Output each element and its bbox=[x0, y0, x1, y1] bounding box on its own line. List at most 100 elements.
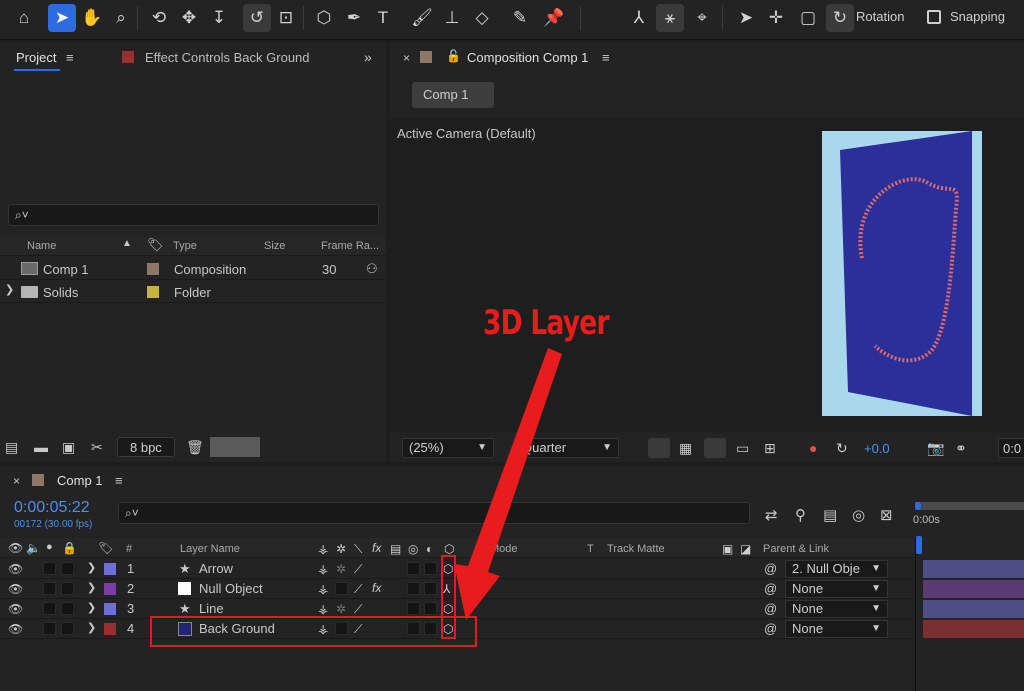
home-icon[interactable]: ⌂ bbox=[10, 4, 38, 32]
snapshot-icon[interactable]: 📷 bbox=[927, 441, 944, 455]
dolly-icon[interactable]: ↧ bbox=[205, 4, 233, 32]
lock-toggle[interactable] bbox=[61, 582, 74, 595]
shy-switch-icon[interactable]: ⚶ bbox=[318, 602, 328, 616]
channel-icon[interactable]: ● bbox=[809, 441, 817, 455]
draft-3d-icon[interactable]: ⚲ bbox=[795, 508, 806, 523]
list-item[interactable]: Comp 1 Composition 30 ⚇ bbox=[0, 258, 386, 280]
hand-icon[interactable]: ✋ bbox=[78, 4, 106, 32]
video-eye-icon[interactable]: 👁 bbox=[8, 542, 23, 554]
panel-menu-icon[interactable]: ≡ bbox=[115, 474, 123, 487]
motion-blur-toggle[interactable] bbox=[407, 582, 420, 595]
parent-dropdown[interactable]: None ▼ bbox=[785, 620, 888, 638]
timeline-search-input[interactable]: ⌕˅ bbox=[118, 502, 750, 524]
trash-icon[interactable]: 🗑 bbox=[186, 440, 204, 454]
new-composition-icon[interactable]: ▣ bbox=[62, 440, 75, 454]
collapse-toggle[interactable] bbox=[335, 582, 348, 595]
parent-dropdown[interactable]: None ▼ bbox=[785, 600, 888, 618]
layer-name[interactable]: Null Object bbox=[199, 581, 263, 596]
motion-blur-icon[interactable]: ◎ bbox=[852, 508, 865, 523]
grid-guides-icon[interactable]: ⊞ bbox=[764, 441, 776, 455]
panel-menu-icon[interactable]: ≡ bbox=[602, 51, 610, 64]
brush-icon[interactable]: 🖌 bbox=[408, 4, 436, 32]
playhead[interactable] bbox=[916, 536, 922, 554]
region-of-interest-icon[interactable]: ▭ bbox=[736, 441, 749, 455]
mask-visibility-icon[interactable] bbox=[704, 438, 726, 458]
audio-icon[interactable]: 🔈 bbox=[26, 542, 41, 554]
panel-overflow-icon[interactable]: » bbox=[364, 50, 372, 64]
layer-name[interactable]: Line bbox=[199, 601, 224, 616]
pick-whip-icon[interactable]: @ bbox=[764, 582, 777, 595]
layer-duration-bar[interactable] bbox=[923, 560, 1024, 578]
layer-label-color[interactable] bbox=[104, 603, 116, 615]
close-icon[interactable]: × bbox=[403, 52, 410, 64]
shy-switch-icon[interactable]: ⚶ bbox=[318, 562, 328, 576]
world-axis-icon[interactable]: ⚹ bbox=[656, 4, 684, 32]
quality-switch-icon[interactable]: ⟍ bbox=[354, 542, 362, 557]
shy-switch-icon[interactable]: ⚶ bbox=[318, 582, 328, 596]
column-size[interactable]: Size bbox=[264, 240, 285, 252]
reset-exposure-icon[interactable]: ↻ bbox=[836, 441, 848, 455]
snapping-checkbox[interactable] bbox=[927, 10, 941, 24]
pan-icon[interactable]: ✥ bbox=[175, 4, 203, 32]
close-icon[interactable]: × bbox=[13, 475, 20, 487]
camera-select-icon[interactable]: ➤ bbox=[732, 4, 760, 32]
lock-icon[interactable]: 🔓 bbox=[446, 50, 461, 62]
comp-breadcrumb-button[interactable]: Comp 1 bbox=[412, 82, 494, 108]
project-search-input[interactable]: ⌕˅ bbox=[8, 204, 379, 226]
pick-whip-icon[interactable]: @ bbox=[764, 622, 777, 635]
chevron-right-icon[interactable]: ❯ bbox=[87, 603, 96, 614]
rotation-icon[interactable]: ↻ bbox=[826, 4, 854, 32]
adjustment-toggle[interactable] bbox=[424, 562, 437, 575]
adjustment-toggle[interactable] bbox=[424, 602, 437, 615]
layer-duration-bar[interactable] bbox=[923, 620, 1024, 638]
solo-toggle[interactable] bbox=[43, 622, 56, 635]
puppet-icon[interactable]: 📌 bbox=[540, 4, 568, 32]
column-frame-rate[interactable]: Frame Ra... bbox=[321, 240, 379, 252]
panel-menu-icon[interactable]: ≡ bbox=[66, 51, 74, 64]
column-layer-name[interactable]: Layer Name bbox=[180, 543, 240, 555]
collapse-switch-icon[interactable]: ✲ bbox=[336, 562, 346, 576]
chevron-right-icon[interactable]: ❯ bbox=[5, 285, 14, 296]
tab-timeline-comp[interactable]: Comp 1 bbox=[57, 473, 103, 488]
motion-blur-toggle[interactable] bbox=[407, 562, 420, 575]
layer-duration-bar[interactable] bbox=[923, 600, 1024, 618]
pan-behind-icon[interactable]: ⊡ bbox=[272, 4, 300, 32]
effect-switch-icon[interactable]: fx bbox=[372, 541, 381, 555]
quality-switch-icon[interactable]: ⟋ bbox=[354, 602, 362, 617]
show-snapshot-icon[interactable]: ⚭ bbox=[955, 441, 967, 455]
tab-effect-controls[interactable]: Effect Controls Back Ground bbox=[145, 50, 310, 65]
exposure-value[interactable]: +0.0 bbox=[864, 441, 890, 456]
visibility-eye-icon[interactable]: 👁 bbox=[8, 583, 23, 595]
chevron-right-icon[interactable]: ❯ bbox=[87, 583, 96, 594]
layer-label-color[interactable] bbox=[104, 563, 116, 575]
parent-dropdown[interactable]: None ▼ bbox=[785, 580, 888, 598]
effect-switch-icon[interactable]: fx bbox=[372, 581, 381, 595]
lock-toggle[interactable] bbox=[61, 562, 74, 575]
list-item[interactable]: ❯ Solids Folder bbox=[0, 281, 386, 303]
quality-switch-icon[interactable]: ⟋ bbox=[354, 582, 362, 597]
layer-duration-bar[interactable] bbox=[923, 580, 1024, 598]
rotate-icon[interactable]: ↺ bbox=[243, 4, 271, 32]
type-icon[interactable]: T bbox=[369, 4, 397, 32]
layer-name[interactable]: Arrow bbox=[199, 561, 233, 576]
pick-whip-icon[interactable]: @ bbox=[764, 602, 777, 615]
column-parent[interactable]: Parent & Link bbox=[763, 543, 829, 555]
current-time-field[interactable]: 0:0 bbox=[998, 438, 1024, 458]
solo-icon[interactable]: ● bbox=[46, 542, 53, 553]
local-axis-icon[interactable]: ⅄ bbox=[625, 4, 653, 32]
new-folder-icon[interactable]: ▬ bbox=[34, 440, 48, 454]
current-timecode[interactable]: 0:00:05:22 bbox=[14, 499, 90, 517]
snapping-label[interactable]: Snapping bbox=[950, 9, 1005, 24]
interpret-footage-icon[interactable]: ▤ bbox=[5, 440, 18, 454]
graph-editor-icon[interactable]: ⊠ bbox=[880, 508, 893, 523]
comp-flowchart-icon[interactable]: ⇄ bbox=[765, 508, 778, 523]
adjustment-toggle[interactable] bbox=[424, 582, 437, 595]
shy-switch-icon[interactable]: ⚶ bbox=[318, 542, 328, 556]
column-name[interactable]: Name bbox=[27, 240, 56, 252]
sort-up-icon[interactable]: ▲ bbox=[122, 239, 132, 249]
frame-blend-switch-icon[interactable]: ▤ bbox=[390, 542, 401, 556]
orbit-icon[interactable]: ⟲ bbox=[145, 4, 173, 32]
clone-stamp-icon[interactable]: ⊥ bbox=[438, 4, 466, 32]
pick-whip-icon[interactable]: @ bbox=[764, 562, 777, 575]
visibility-eye-icon[interactable]: 👁 bbox=[8, 623, 23, 635]
